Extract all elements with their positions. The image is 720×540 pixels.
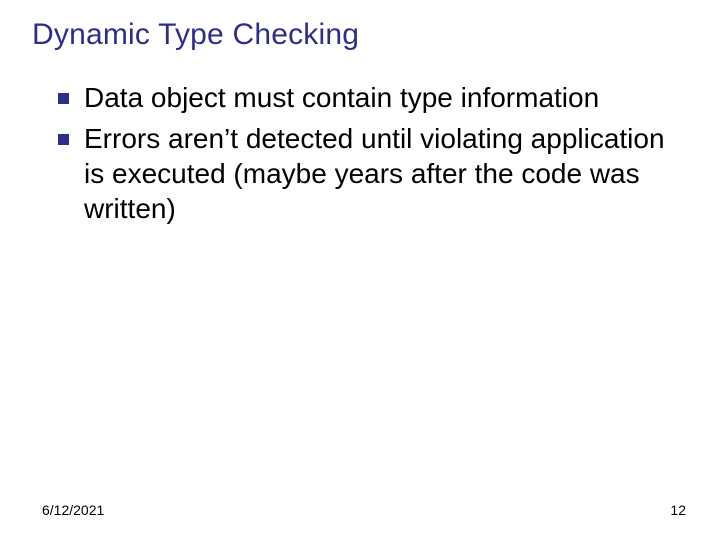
square-bullet-icon [58,134,69,145]
slide: Dynamic Type Checking Data object must c… [0,0,720,540]
slide-title: Dynamic Type Checking [32,18,692,52]
list-item: Errors aren’t detected until violating a… [28,121,692,226]
list-item: Data object must contain type informatio… [28,80,692,115]
footer-page-number: 12 [670,502,686,518]
list-item-text: Data object must contain type informatio… [84,82,599,113]
footer-date: 6/12/2021 [42,502,104,518]
slide-footer: 6/12/2021 12 [0,502,720,518]
list-item-text: Errors aren’t detected until violating a… [84,123,665,224]
square-bullet-icon [58,93,69,104]
slide-body: Data object must contain type informatio… [28,80,692,226]
